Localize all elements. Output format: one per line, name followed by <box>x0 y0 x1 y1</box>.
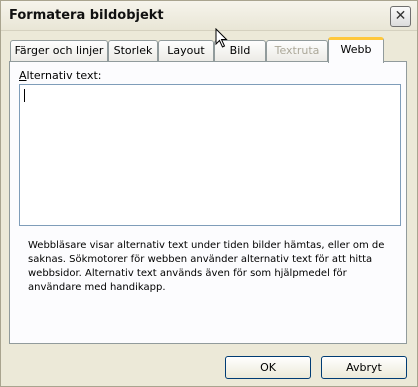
tab-label: Layout <box>167 44 205 57</box>
alt-text-description: Webbläsare visar alternativ text under t… <box>28 240 385 293</box>
tab-label: Textruta <box>274 44 320 57</box>
tab-webb[interactable]: Webb <box>328 37 384 63</box>
tab-layout[interactable]: Layout <box>158 40 214 61</box>
close-button[interactable]: ✕ <box>390 6 411 27</box>
title-bar[interactable]: Formatera bildobjekt ✕ <box>1 1 417 31</box>
close-icon: ✕ <box>394 8 407 24</box>
cancel-button[interactable]: Avbryt <box>321 356 407 379</box>
tab-farger-och-linjer[interactable]: Färger och linjer <box>10 40 108 61</box>
tab-label: Webb <box>340 43 372 56</box>
tab-label: Bild <box>229 44 251 57</box>
dialog-window: Formatera bildobjekt ✕ Färger och linjer… <box>0 0 418 387</box>
tab-label: Storlek <box>113 44 153 57</box>
alt-text-field[interactable] <box>19 84 401 226</box>
alt-text-label: Alternativ text: <box>19 69 102 82</box>
tab-textruta: Textruta <box>266 40 328 61</box>
ok-button[interactable]: OK <box>225 356 311 379</box>
alt-text-label-rest: lternativ text: <box>26 69 102 82</box>
text-caret <box>24 89 25 102</box>
dialog-title: Formatera bildobjekt <box>9 8 164 23</box>
tab-label: Färger och linjer <box>14 44 104 57</box>
tab-storlek[interactable]: Storlek <box>108 40 158 61</box>
mouse-pointer-icon <box>215 28 228 48</box>
alt-text-label-accesskey: A <box>19 69 27 82</box>
